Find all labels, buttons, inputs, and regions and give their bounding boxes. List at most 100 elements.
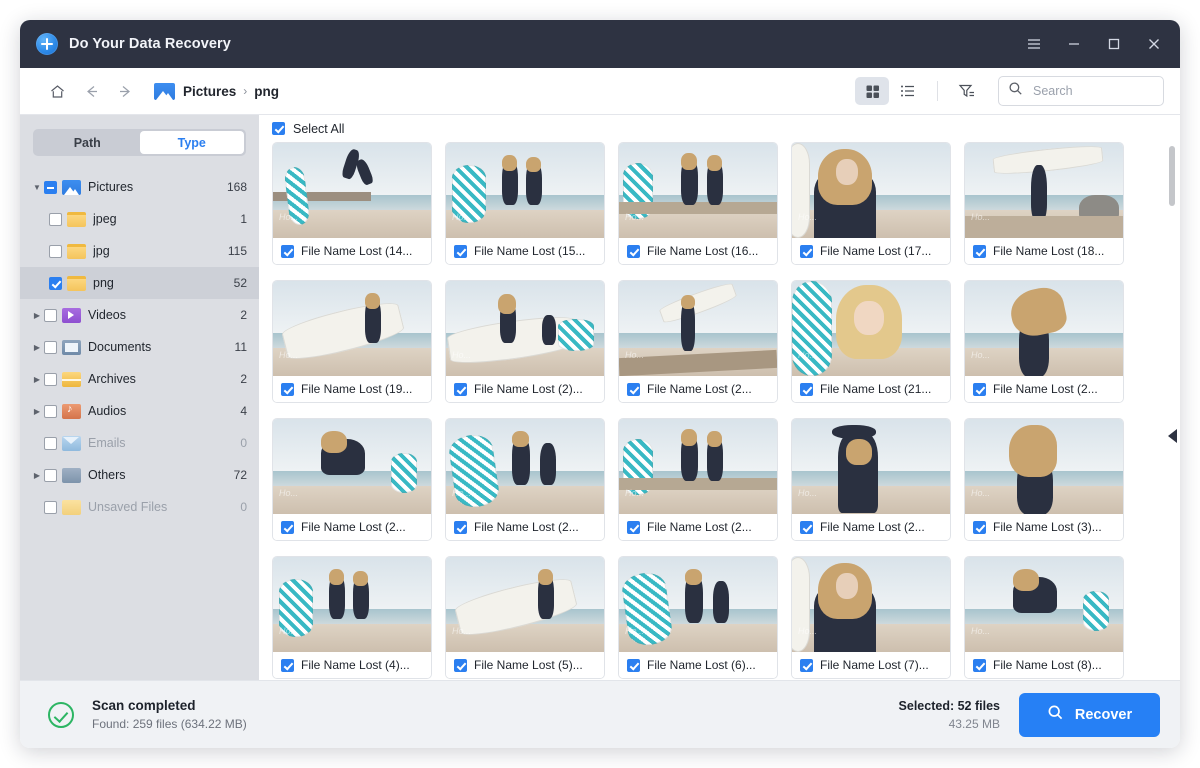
file-checkbox[interactable] [627,658,640,672]
file-checkbox[interactable] [800,520,813,534]
tree-checkbox[interactable] [44,468,57,482]
file-thumbnail: Ho... [273,281,431,376]
close-icon[interactable] [1134,27,1174,61]
tab-path[interactable]: Path [35,131,140,154]
file-card[interactable]: Ho... File Name Lost (2... [791,418,951,541]
tree-item-jpeg[interactable]: jpeg 1 [20,203,259,235]
tree-item-pictures[interactable]: ▼ Pictures 168 [20,171,259,203]
file-checkbox[interactable] [281,382,294,396]
file-checkbox[interactable] [627,244,640,258]
filter-icon[interactable] [950,77,984,105]
breadcrumb-item-png[interactable]: png [254,84,279,99]
chevron-right-icon[interactable]: ▶ [30,471,44,480]
tree-checkbox[interactable] [44,404,57,418]
chevron-right-icon[interactable]: ▶ [30,311,44,320]
tree-item-others[interactable]: ▶ Others 72 [20,459,259,491]
file-checkbox[interactable] [800,382,813,396]
file-checkbox[interactable] [800,244,813,258]
tree-checkbox[interactable] [44,340,57,354]
file-checkbox[interactable] [973,520,986,534]
tree-item-unsaved-files[interactable]: Unsaved Files 0 [20,491,259,523]
minimize-icon[interactable] [1054,27,1094,61]
file-card[interactable]: Ho... File Name Lost (2... [445,418,605,541]
menu-icon[interactable] [1014,27,1054,61]
tree-item-png[interactable]: png 52 [20,267,259,299]
file-card[interactable]: Ho... File Name Lost (2... [618,280,778,403]
file-card[interactable]: Ho... File Name Lost (6)... [618,556,778,679]
file-card[interactable]: Ho... File Name Lost (8)... [964,556,1124,679]
tree-item-archives[interactable]: ▶ Archives 2 [20,363,259,395]
file-thumbnail: Ho... [792,557,950,652]
select-all-checkbox[interactable] [272,122,285,135]
file-card[interactable]: Ho... File Name Lost (7)... [791,556,951,679]
file-card[interactable]: Ho... File Name Lost (14... [272,142,432,265]
file-card[interactable]: Ho... File Name Lost (2... [618,418,778,541]
tree-checkbox[interactable] [44,308,57,322]
tree-checkbox[interactable] [44,372,57,386]
maximize-icon[interactable] [1094,27,1134,61]
tree-item-documents[interactable]: ▶ Documents 11 [20,331,259,363]
content-area: Select All Ho... File Name Lost (14... Ho.… [259,115,1180,680]
file-checkbox[interactable] [627,382,640,396]
file-card[interactable]: Ho... File Name Lost (18... [964,142,1124,265]
file-grid-scroll[interactable]: Ho... File Name Lost (14... Ho... File Name… [259,142,1180,680]
chevron-right-icon[interactable]: ▶ [30,407,44,416]
tree-checkbox[interactable] [49,244,62,258]
select-all-row[interactable]: Select All [259,115,1180,142]
tab-type[interactable]: Type [139,131,244,154]
tree-checkbox[interactable] [44,180,57,194]
file-card[interactable]: Ho... File Name Lost (2... [964,280,1124,403]
chevron-right-icon[interactable]: ▶ [30,375,44,384]
file-card[interactable]: Ho... File Name Lost (2... [272,418,432,541]
file-card[interactable]: Ho... File Name Lost (2)... [445,280,605,403]
chevron-down-icon[interactable]: ▼ [30,183,44,192]
grid-view-icon[interactable] [855,77,889,105]
file-name: File Name Lost (4)... [301,658,410,672]
tree-checkbox[interactable] [44,500,57,514]
list-view-icon[interactable] [891,77,925,105]
tree-checkbox[interactable] [44,436,57,450]
file-card[interactable]: Ho... File Name Lost (3)... [964,418,1124,541]
file-checkbox[interactable] [627,520,640,534]
scrollbar-thumb[interactable] [1169,146,1175,206]
file-thumbnail: Ho... [965,557,1123,652]
home-icon[interactable] [42,76,72,106]
tree-checkbox[interactable] [49,276,62,290]
file-checkbox[interactable] [281,520,294,534]
tree-checkbox[interactable] [49,212,62,226]
file-name: File Name Lost (19... [301,382,413,396]
forward-arrow-icon[interactable] [110,76,140,106]
recover-button[interactable]: Recover [1019,692,1160,737]
collapse-preview-panel-icon[interactable] [1168,429,1177,443]
file-card[interactable]: Ho... File Name Lost (19... [272,280,432,403]
vertical-scrollbar[interactable] [1169,146,1175,666]
file-checkbox[interactable] [454,244,467,258]
file-checkbox[interactable] [454,658,467,672]
search-icon [1047,704,1064,725]
file-card[interactable]: Ho... File Name Lost (4)... [272,556,432,679]
file-card[interactable]: Ho... File Name Lost (15... [445,142,605,265]
file-card[interactable]: Ho... File Name Lost (17... [791,142,951,265]
file-checkbox[interactable] [973,382,986,396]
file-card[interactable]: Ho... File Name Lost (16... [618,142,778,265]
file-card[interactable]: Ho... File Name Lost (5)... [445,556,605,679]
breadcrumb-item-pictures[interactable]: Pictures [183,84,236,99]
search-input[interactable]: Search [998,76,1164,106]
file-checkbox[interactable] [454,520,467,534]
file-checkbox[interactable] [454,382,467,396]
file-checkbox[interactable] [800,658,813,672]
file-checkbox[interactable] [281,658,294,672]
file-checkbox[interactable] [973,658,986,672]
tree-item-jpg[interactable]: jpg 115 [20,235,259,267]
tree-item-videos[interactable]: ▶ Videos 2 [20,299,259,331]
file-name: File Name Lost (6)... [647,658,756,672]
tree-item-count: 52 [233,276,247,290]
file-thumbnail: Ho... [965,419,1123,514]
back-arrow-icon[interactable] [76,76,106,106]
file-checkbox[interactable] [281,244,294,258]
tree-item-audios[interactable]: ▶ Audios 4 [20,395,259,427]
tree-item-emails[interactable]: Emails 0 [20,427,259,459]
file-checkbox[interactable] [973,244,986,258]
file-card[interactable]: Ho... File Name Lost (21... [791,280,951,403]
chevron-right-icon[interactable]: ▶ [30,343,44,352]
